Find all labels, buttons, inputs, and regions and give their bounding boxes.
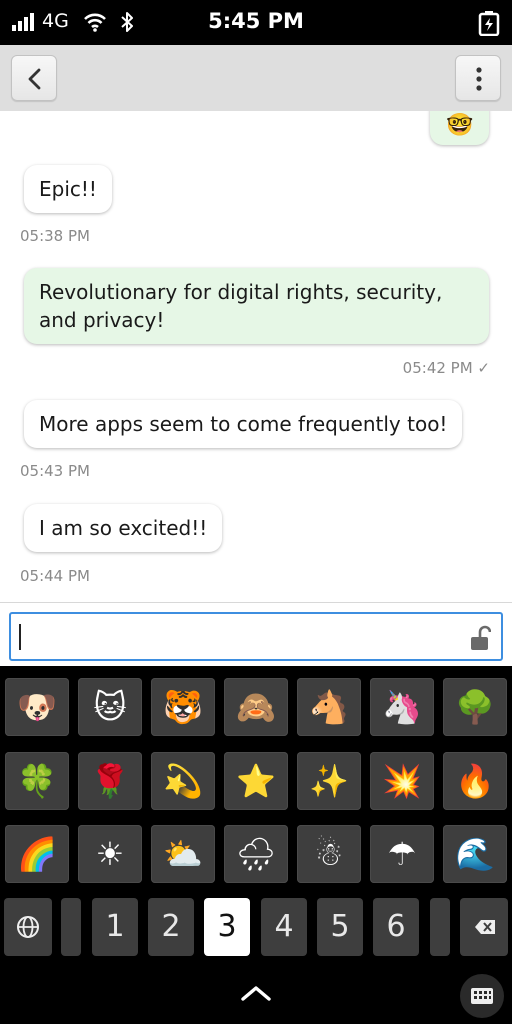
key-6[interactable]: 6 — [373, 898, 419, 956]
message-bubble-incoming[interactable]: I am so excited!! — [24, 504, 223, 552]
message-bubble-incoming[interactable]: More apps seem to come frequently too! — [24, 400, 463, 448]
message-text: 🤓 — [446, 113, 474, 138]
globe-icon — [17, 916, 39, 938]
message-timestamp: 05:42 PM ✓ — [402, 359, 490, 377]
emoji-key[interactable]: 🍀 — [5, 752, 69, 810]
chevron-up-icon[interactable] — [236, 980, 276, 1006]
message-text: I am so excited!! — [39, 516, 208, 540]
message-bubble-incoming[interactable]: Epic!! — [24, 165, 112, 213]
emoji-key[interactable]: 🦄 — [370, 678, 434, 736]
emoji-key[interactable]: 🙈 — [224, 678, 288, 736]
emoji-key[interactable]: 🌹 — [78, 752, 142, 810]
keyboard-spacer-key[interactable] — [430, 898, 450, 956]
key-1[interactable]: 1 — [92, 898, 138, 956]
conversation-header — [0, 45, 512, 111]
kebab-menu-icon — [476, 67, 482, 91]
message-list[interactable]: 🤓 Epic!! 05:38 PM Revolutionary for digi… — [0, 111, 512, 602]
backspace-icon — [475, 920, 495, 934]
emoji-key[interactable]: 🐴 — [297, 678, 361, 736]
message-timestamp: 05:44 PM — [20, 567, 90, 585]
key-3[interactable]: 3 — [204, 898, 250, 956]
language-button[interactable] — [4, 898, 52, 956]
status-time: 5:45 PM — [208, 9, 304, 33]
backspace-button[interactable] — [460, 898, 508, 956]
emoji-key[interactable]: 💫 — [151, 752, 215, 810]
message-text: More apps seem to come frequently too! — [39, 412, 448, 436]
emoji-key[interactable]: ☃ — [297, 825, 361, 883]
emoji-key[interactable]: 🌈 — [5, 825, 69, 883]
emoji-key[interactable]: ⛅ — [151, 825, 215, 883]
chevron-left-icon — [28, 68, 41, 90]
emoji-key[interactable]: 🐱 — [78, 678, 142, 736]
back-button[interactable] — [11, 55, 57, 101]
emoji-key[interactable]: 🐯 — [151, 678, 215, 736]
message-bubble-outgoing[interactable]: 🤓 — [430, 111, 489, 145]
message-timestamp: 05:43 PM — [20, 462, 90, 480]
message-text: Epic!! — [39, 177, 97, 201]
menu-button[interactable] — [455, 55, 501, 101]
keyboard-toggle-button[interactable] — [460, 974, 504, 1018]
emoji-key[interactable]: 🌊 — [443, 825, 507, 883]
emoji-key[interactable]: 🌳 — [443, 678, 507, 736]
text-cursor — [19, 624, 21, 650]
emoji-keyboard: 🐶 🐱 🐯 🙈 🐴 🦄 🌳 🍀 🌹 💫 ⭐ ✨ 💥 🔥 🌈 ☀ ⛅ 🌧 ☃ ☂ 🌊 1 2 3 4 5 6 — [0, 666, 512, 1024]
message-bubble-outgoing[interactable]: Revolutionary for digital rights, securi… — [24, 268, 489, 344]
emoji-key[interactable]: 🌧 — [224, 825, 288, 883]
key-4[interactable]: 4 — [261, 898, 307, 956]
message-text: Revolutionary for digital rights, securi… — [39, 280, 443, 332]
key-5[interactable]: 5 — [317, 898, 363, 956]
message-input[interactable] — [9, 612, 503, 661]
emoji-key[interactable]: 🔥 — [443, 752, 507, 810]
status-bar: 4G 5:45 PM — [0, 0, 512, 45]
emoji-key[interactable]: ⭐ — [224, 752, 288, 810]
keyboard-spacer-key[interactable] — [61, 898, 81, 956]
battery-charging-icon — [478, 11, 500, 36]
keyboard-icon — [471, 988, 493, 1004]
emoji-key[interactable]: ✨ — [297, 752, 361, 810]
message-timestamp: 05:38 PM — [20, 227, 90, 245]
emoji-key[interactable]: 🐶 — [5, 678, 69, 736]
emoji-key[interactable]: 💥 — [370, 752, 434, 810]
emoji-key[interactable]: ☀ — [78, 825, 142, 883]
unlocked-padlock-icon[interactable] — [469, 624, 491, 652]
emoji-key[interactable]: ☂ — [370, 825, 434, 883]
compose-bar — [0, 602, 512, 666]
key-2[interactable]: 2 — [148, 898, 194, 956]
